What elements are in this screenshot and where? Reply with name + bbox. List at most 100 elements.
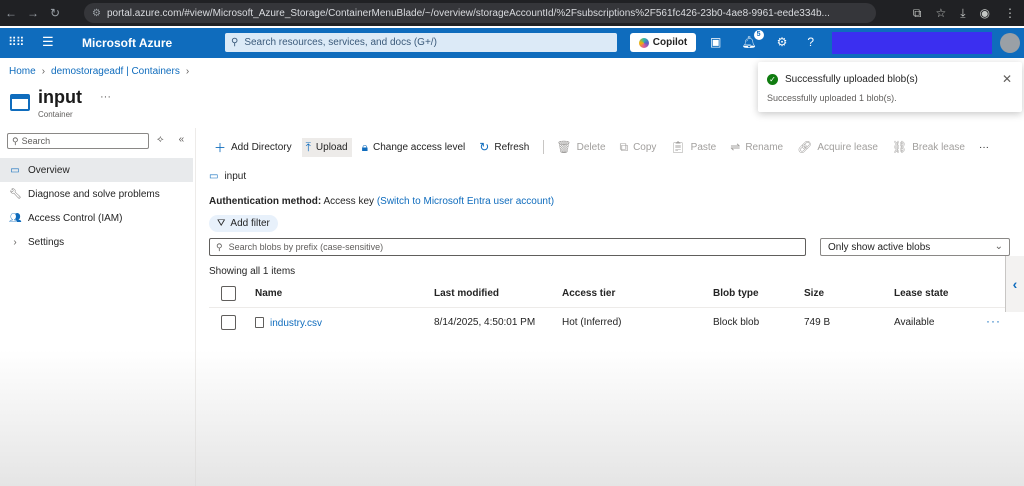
divider: [209, 307, 1009, 308]
copilot-icon: [638, 37, 649, 48]
select-all-checkbox[interactable]: [221, 286, 236, 301]
breadcrumb-home[interactable]: Home: [9, 66, 36, 77]
rename-label: Rename: [745, 141, 784, 153]
app-launcher-icon[interactable]: ⠿⠿: [8, 35, 25, 49]
dropdown-value: Only show active blobs: [828, 241, 931, 253]
expand-all-icon[interactable]: ⟡: [157, 134, 164, 145]
row-checkbox[interactable]: [221, 315, 236, 330]
help-icon[interactable]: ?: [807, 35, 814, 49]
broken-link-icon: ⛓︎: [891, 140, 908, 154]
settings-gear-icon[interactable]: ⚙: [777, 35, 788, 49]
nav-item-overview[interactable]: ▭ Overview: [0, 158, 193, 182]
container-path: ▭ input: [209, 171, 246, 182]
delete-button[interactable]: 🗑︎ Delete: [556, 140, 605, 154]
rename-button[interactable]: ⇌ Rename: [730, 140, 783, 154]
cell-size: 749 B: [804, 317, 831, 328]
refresh-button[interactable]: ↻ Refresh: [479, 140, 529, 154]
cloud-shell-icon[interactable]: ▣: [710, 35, 721, 49]
container-icon: ▭: [209, 171, 219, 182]
upload-button[interactable]: ⤒ Upload: [301, 137, 352, 157]
cell-last-modified: 8/14/2025, 4:50:01 PM: [434, 317, 536, 328]
column-header-access-tier[interactable]: Access tier: [562, 288, 615, 299]
clipboard-icon: 📋︎: [670, 140, 686, 154]
people-icon: 👥︎: [9, 212, 22, 224]
bookmark-star-icon[interactable]: ☆: [935, 6, 946, 20]
wrench-icon: 🔧︎: [9, 188, 22, 200]
site-info-icon[interactable]: ⚙: [92, 8, 101, 19]
rename-icon: ⇌: [730, 140, 741, 154]
chevron-right-icon: ›: [41, 66, 46, 77]
side-panel-toggle-icon[interactable]: ‹: [1005, 256, 1024, 312]
copy-button[interactable]: ⧉ Copy: [620, 140, 657, 155]
chevron-right-icon: ›: [13, 236, 17, 248]
auth-label: Authentication method:: [209, 196, 322, 207]
azure-topbar: ⠿⠿ ☰ Microsoft Azure ⚲ Search resources,…: [0, 28, 1024, 58]
notifications-icon[interactable]: 🔔︎ 5: [741, 30, 764, 49]
add-directory-button[interactable]: ＋ Add Directory: [214, 139, 292, 156]
reload-icon[interactable]: ↻: [44, 6, 66, 20]
close-icon[interactable]: ✕: [1002, 72, 1012, 86]
nav-item-label: Overview: [28, 164, 70, 176]
global-search-input[interactable]: ⚲ Search resources, services, and docs (…: [225, 33, 617, 52]
copilot-button[interactable]: Copilot: [630, 33, 696, 52]
blob-name-link[interactable]: industry.csv: [270, 318, 322, 329]
add-directory-label: Add Directory: [231, 141, 292, 153]
copy-label: Copy: [633, 141, 657, 153]
column-header-lease-state[interactable]: Lease state: [894, 288, 948, 299]
column-header-size[interactable]: Size: [804, 288, 824, 299]
account-info[interactable]: [832, 32, 992, 54]
collapse-menu-icon[interactable]: «: [179, 134, 185, 145]
change-access-label: Change access level: [373, 141, 466, 153]
upload-label: Upload: [315, 141, 348, 153]
blob-search-input[interactable]: ⚲ Search blobs by prefix (case-sensitive…: [209, 238, 806, 256]
nav-item-label: Settings: [28, 236, 65, 248]
toast-body: Successfully uploaded 1 blob(s).: [767, 93, 897, 103]
breadcrumb: Home › demostorageadf | Containers ›: [9, 66, 189, 77]
paste-button[interactable]: 📋︎ Paste: [670, 140, 716, 154]
cast-icon[interactable]: ⧉: [913, 6, 922, 21]
menu-icon[interactable]: ☰: [42, 34, 54, 50]
break-lease-button[interactable]: ⛓︎ Break lease: [892, 140, 965, 154]
page-subtitle: Container: [38, 110, 73, 119]
cell-name: industry.csv: [255, 317, 322, 329]
active-blobs-dropdown[interactable]: Only show active blobs ⌄: [820, 238, 1010, 256]
browser-menu-icon[interactable]: ⋮: [1004, 6, 1016, 20]
nav-item-iam[interactable]: 👥︎ Access Control (IAM): [0, 206, 193, 230]
auth-value: Access key: [323, 196, 375, 207]
break-lease-label: Break lease: [912, 141, 965, 153]
filter-icon: ⛛: [217, 218, 226, 229]
plus-icon: ＋: [214, 140, 227, 155]
url-text: portal.azure.com/#view/Microsoft_Azure_S…: [106, 7, 830, 19]
brand-title[interactable]: Microsoft Azure: [82, 36, 172, 50]
nav-item-settings[interactable]: › Settings: [0, 230, 193, 254]
change-access-level-button[interactable]: 🔒︎ Change access level: [362, 140, 466, 155]
breadcrumb-containers[interactable]: demostorageadf | Containers: [51, 66, 180, 77]
column-header-blob-type[interactable]: Blob type: [713, 288, 759, 299]
back-icon[interactable]: ←: [0, 6, 22, 20]
row-more-icon[interactable]: ···: [986, 314, 1001, 328]
switch-auth-link[interactable]: (Switch to Microsoft Entra user account): [377, 196, 554, 207]
global-search-placeholder: Search resources, services, and docs (G+…: [244, 37, 437, 48]
forward-icon[interactable]: →: [22, 6, 44, 20]
avatar[interactable]: [1000, 33, 1020, 53]
more-icon: ···: [979, 141, 989, 153]
nav-item-diagnose[interactable]: 🔧︎ Diagnose and solve problems: [0, 182, 193, 206]
auth-method: Authentication method: Access key (Switc…: [209, 196, 554, 207]
search-icon: ⚲: [231, 37, 239, 48]
menu-search-input[interactable]: ⚲ Search: [7, 133, 149, 149]
add-filter-label: Add filter: [230, 218, 270, 229]
profile-icon[interactable]: ◉: [980, 6, 990, 20]
address-bar[interactable]: ⚙ portal.azure.com/#view/Microsoft_Azure…: [84, 3, 876, 23]
more-commands-button[interactable]: ···: [979, 142, 989, 153]
acquire-lease-button[interactable]: 🔗︎ Acquire lease: [797, 140, 878, 154]
column-header-last-modified[interactable]: Last modified: [434, 288, 499, 299]
download-icon[interactable]: ⤓: [960, 6, 965, 21]
divider: [195, 128, 196, 486]
path-label[interactable]: input: [224, 171, 246, 182]
refresh-icon: ↻: [479, 140, 490, 154]
notification-toast: ✓ Successfully uploaded blob(s) Successf…: [758, 62, 1022, 112]
add-filter-button[interactable]: ⛛ Add filter: [209, 215, 278, 232]
more-options-button[interactable]: ···: [100, 91, 111, 103]
chevron-down-icon: ⌄: [994, 241, 1003, 252]
column-header-name[interactable]: Name: [255, 288, 282, 299]
